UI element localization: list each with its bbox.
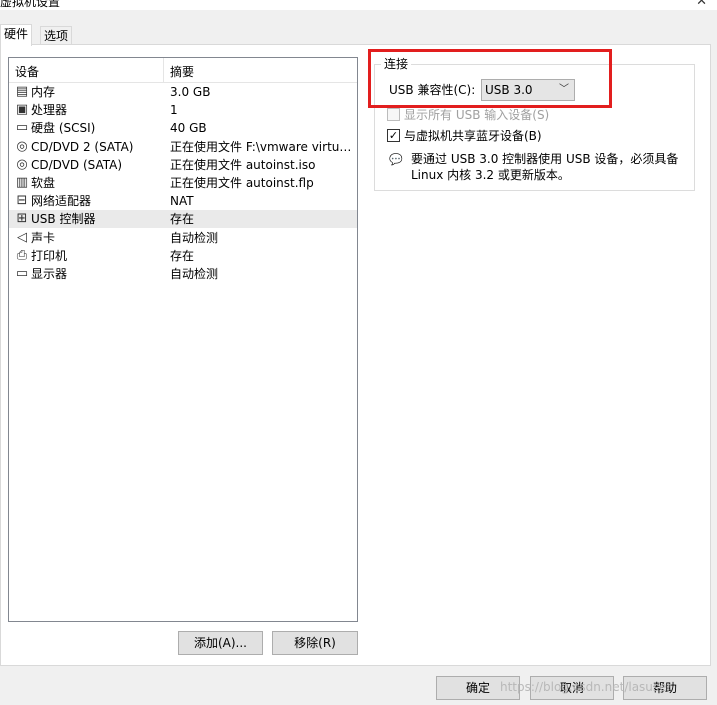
title-bar: 虚拟机设置 ✕ bbox=[0, 0, 717, 10]
share-bluetooth-checkbox[interactable]: ✓ bbox=[387, 129, 400, 142]
floppy-icon: ▥ bbox=[15, 175, 29, 190]
device-summary: 1 bbox=[170, 103, 178, 118]
device-summary: 正在使用文件 F:\vmware virtua... bbox=[170, 139, 356, 154]
cd-dvd-icon: ◎ bbox=[16, 156, 28, 172]
column-header-device[interactable]: 设备 bbox=[15, 58, 39, 83]
window-title: 虚拟机设置 bbox=[0, 0, 61, 9]
show-all-usb-label: 显示所有 USB 输入设备(S) bbox=[404, 108, 550, 122]
device-summary: 存在 bbox=[170, 212, 195, 227]
device-summary: 3.0 GB bbox=[170, 85, 211, 99]
list-header: 设备 摘要 bbox=[9, 58, 357, 83]
device-row[interactable]: ◎ CD/DVD 2 (SATA) 正在使用文件 F:\vmware virtua.… bbox=[9, 138, 357, 156]
hard-disk-icon: ▭ bbox=[15, 120, 29, 136]
device-summary: 自动检测 bbox=[170, 267, 219, 281]
device-name: USB 控制器 bbox=[31, 212, 96, 227]
device-list[interactable]: 设备 摘要 ▤ 内存 3.0 GB ▣ 处理器 1 ▭ 硬盘 (SCSI) 40 GB ◎ CD/D… bbox=[8, 57, 358, 622]
close-icon[interactable]: ✕ bbox=[696, 0, 707, 9]
usb-info-text: 要通过 USB 3.0 控制器使用 USB 设备，必须具备 Linux 内核 3… bbox=[411, 152, 679, 182]
memory-icon: ▤ bbox=[15, 84, 29, 99]
device-name: 内存 bbox=[31, 85, 56, 99]
device-row[interactable]: ▣ 处理器 1 bbox=[9, 101, 357, 119]
device-summary: 自动检测 bbox=[170, 230, 219, 245]
device-name: CD/DVD 2 (SATA) bbox=[31, 139, 134, 154]
highlight-annotation bbox=[368, 49, 612, 108]
monitor-icon: ▭ bbox=[15, 266, 29, 281]
device-row[interactable]: ▥ 软盘 正在使用文件 autoinst.flp bbox=[9, 174, 357, 192]
usb-icon: ⊞ bbox=[16, 211, 28, 227]
column-separator[interactable] bbox=[163, 58, 164, 83]
printer-icon: ⎙ bbox=[16, 247, 28, 263]
share-bluetooth-label: 与虚拟机共享蓝牙设备(B) bbox=[404, 129, 542, 143]
remove-device-button[interactable]: 移除(R) bbox=[272, 631, 358, 655]
device-summary: 正在使用文件 autoinst.iso bbox=[170, 157, 316, 172]
help-button[interactable]: 帮助 bbox=[623, 676, 707, 700]
device-summary: 存在 bbox=[170, 248, 195, 263]
device-row[interactable]: ⊟ 网络适配器 NAT bbox=[9, 192, 357, 210]
tab-options[interactable]: 选项 bbox=[40, 26, 73, 46]
device-name: 处理器 bbox=[31, 103, 68, 118]
cd-dvd-icon: ◎ bbox=[16, 138, 28, 154]
device-name: 显示器 bbox=[31, 267, 68, 281]
tab-hardware[interactable]: 硬件 bbox=[0, 24, 33, 46]
device-row[interactable]: ◎ CD/DVD (SATA) 正在使用文件 autoinst.iso bbox=[9, 156, 357, 174]
network-adapter-icon: ⊟ bbox=[16, 193, 28, 209]
device-name: 声卡 bbox=[31, 230, 56, 245]
ok-button[interactable]: 确定 bbox=[436, 676, 520, 700]
device-name: CD/DVD (SATA) bbox=[31, 157, 123, 172]
add-device-button[interactable]: 添加(A)... bbox=[178, 631, 263, 655]
device-summary: NAT bbox=[170, 194, 194, 209]
device-row[interactable]: ⊞ USB 控制器 存在 bbox=[9, 210, 357, 229]
device-row[interactable]: ◁ 声卡 自动检测 bbox=[9, 229, 357, 247]
column-header-summary[interactable]: 摘要 bbox=[170, 58, 194, 83]
device-name: 网络适配器 bbox=[31, 194, 92, 209]
device-name: 软盘 bbox=[31, 176, 56, 190]
processor-icon: ▣ bbox=[15, 102, 29, 118]
device-row[interactable]: ⎙ 打印机 存在 bbox=[9, 247, 357, 265]
cancel-button[interactable]: 取消 bbox=[530, 676, 614, 700]
device-name: 打印机 bbox=[31, 248, 68, 263]
show-all-usb-checkbox[interactable] bbox=[387, 108, 400, 121]
device-name: 硬盘 (SCSI) bbox=[31, 121, 96, 136]
info-icon: 💬 bbox=[389, 153, 403, 166]
device-row[interactable]: ▭ 显示器 自动检测 bbox=[9, 265, 357, 283]
device-row[interactable]: ▤ 内存 3.0 GB bbox=[9, 83, 357, 101]
device-summary: 40 GB bbox=[170, 121, 207, 136]
speaker-icon: ◁ bbox=[17, 229, 27, 245]
device-summary: 正在使用文件 autoinst.flp bbox=[170, 176, 314, 190]
device-row[interactable]: ▭ 硬盘 (SCSI) 40 GB bbox=[9, 119, 357, 137]
